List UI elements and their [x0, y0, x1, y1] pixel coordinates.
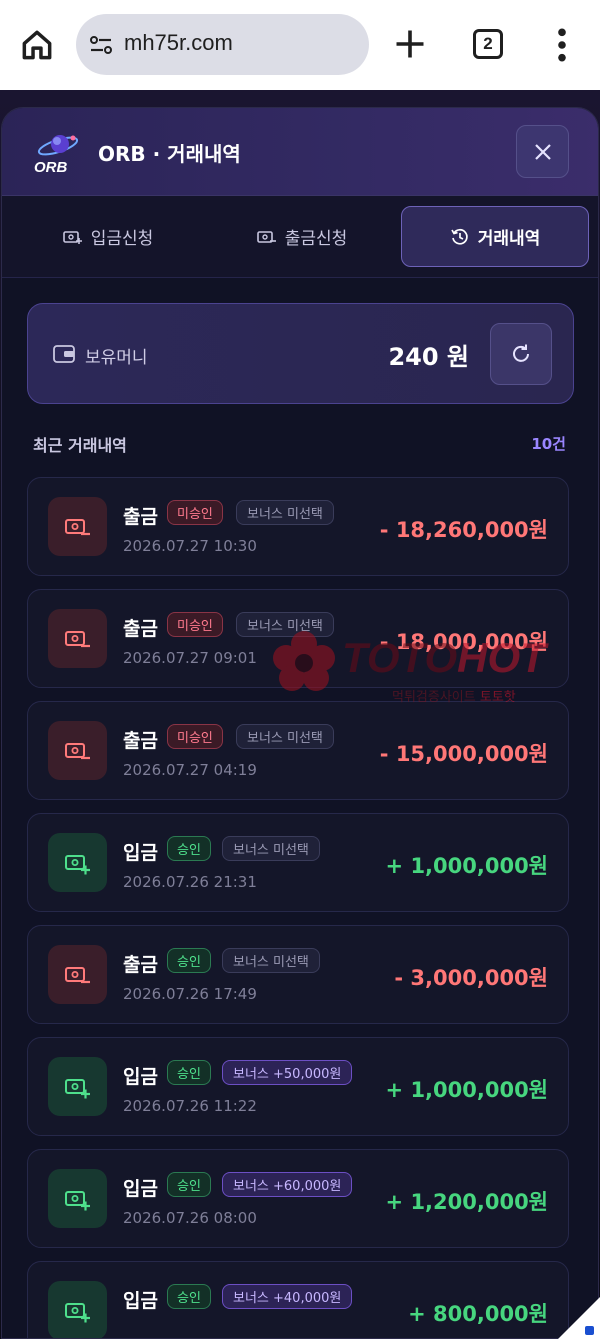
- logo-text: ORB: [34, 159, 68, 176]
- status-badge: 승인: [167, 948, 211, 973]
- modal-header: ORB ORB · 거래내역: [2, 108, 598, 196]
- bonus-badge: 보너스 +60,000원: [222, 1172, 353, 1197]
- bonus-badge: 보너스 미선택: [236, 500, 334, 525]
- address-bar[interactable]: mh75r.com: [76, 14, 369, 75]
- refresh-icon: [513, 344, 529, 362]
- withdraw-icon: [48, 721, 107, 780]
- tab-deposit[interactable]: 입금신청: [14, 206, 202, 267]
- watermark-subtitle: 먹튀검증사이트 토토핫: [392, 690, 516, 705]
- balance-label: 보유머니: [85, 348, 148, 368]
- transaction-row[interactable]: 입금 승인 보너스 +60,000원 2026.07.26 08:00 + 1,200,…: [27, 1149, 569, 1248]
- refresh-button[interactable]: [490, 323, 552, 385]
- transaction-date: 2026.07.26 21:31: [123, 873, 257, 891]
- transaction-type: 출금: [123, 618, 158, 640]
- balance-card: 보유머니 240 원: [27, 303, 574, 404]
- withdraw-icon: [256, 230, 276, 243]
- status-badge: 미승인: [167, 724, 223, 749]
- tab-label: 거래내역: [477, 229, 541, 249]
- transaction-type: 입금: [123, 1066, 158, 1088]
- transaction-amount: + 1,000,000원: [385, 854, 548, 878]
- wallet-icon: [53, 345, 75, 363]
- transaction-date: 2026.07.26 17:49: [123, 985, 257, 1003]
- balance-value: 240 원: [388, 343, 469, 371]
- withdraw-icon: [48, 945, 107, 1004]
- tab-history[interactable]: 거래내역: [401, 206, 589, 267]
- transaction-amount: + 800,000원: [408, 1302, 548, 1326]
- site-settings-icon[interactable]: [88, 32, 114, 58]
- transaction-row[interactable]: 출금 승인 보너스 미선택 2026.07.26 17:49 - 3,000,000원: [27, 925, 569, 1024]
- bonus-badge: 보너스 미선택: [222, 948, 320, 973]
- tab-bar: 입금신청 출금신청 거래내역: [2, 196, 598, 278]
- watermark-brand: TOTOHOT: [342, 634, 546, 681]
- status-badge: 미승인: [167, 500, 223, 525]
- history-icon: [450, 228, 468, 245]
- transaction-date: 2026.07.26 11:22: [123, 1097, 257, 1115]
- transaction-type: 입금: [123, 842, 158, 864]
- more-menu-icon[interactable]: [552, 26, 572, 64]
- close-icon: [534, 143, 551, 160]
- status-badge: 승인: [167, 1060, 211, 1085]
- transaction-date: 2026.07.26 08:00: [123, 1209, 257, 1227]
- tab-label: 출금신청: [284, 229, 348, 249]
- tab-withdraw[interactable]: 출금신청: [208, 206, 396, 267]
- deposit-icon: [48, 833, 107, 892]
- transaction-type: 입금: [123, 1290, 158, 1312]
- deposit-icon: [48, 1057, 107, 1116]
- transaction-row[interactable]: 입금 승인 보너스 미선택 2026.07.26 21:31 + 1,000,000원: [27, 813, 569, 912]
- transaction-amount: - 3,000,000원: [394, 966, 548, 990]
- transaction-type: 출금: [123, 730, 158, 752]
- home-icon[interactable]: [18, 26, 56, 64]
- status-badge: 승인: [167, 836, 211, 861]
- transaction-list: 출금 미승인 보너스 미선택 2026.07.27 10:30- 18,260,000…: [27, 477, 569, 1338]
- withdraw-icon: [48, 609, 107, 668]
- corner-badge-icon: [558, 1297, 600, 1339]
- watermark: TOTOHOT 먹튀검증사이트 토토핫: [272, 630, 600, 710]
- browser-toolbar: mh75r.com 2: [0, 0, 600, 90]
- watermark-flower-icon: [273, 631, 335, 691]
- transaction-date: 2026.07.27 10:30: [123, 537, 257, 555]
- url-text: mh75r.com: [124, 30, 233, 55]
- bonus-badge: 보너스 미선택: [236, 724, 334, 749]
- tab-switcher-button[interactable]: 2: [473, 29, 503, 59]
- section-title: 최근 거래내역: [33, 436, 127, 455]
- transaction-type: 입금: [123, 1178, 158, 1200]
- modal-title: ORB · 거래내역: [98, 142, 241, 166]
- status-badge: 미승인: [167, 612, 223, 637]
- transaction-amount: - 18,260,000원: [379, 518, 548, 542]
- transaction-row[interactable]: 입금 승인 보너스 +40,000원 + 800,000원: [27, 1261, 569, 1338]
- withdraw-icon: [48, 497, 107, 556]
- status-badge: 승인: [167, 1284, 211, 1309]
- transaction-amount: + 1,200,000원: [385, 1190, 548, 1214]
- bonus-badge: 보너스 미선택: [222, 836, 320, 861]
- transaction-row[interactable]: 입금 승인 보너스 +50,000원 2026.07.26 11:22 + 1,000,…: [27, 1037, 569, 1136]
- status-badge: 승인: [167, 1172, 211, 1197]
- transaction-date: 2026.07.27 09:01: [123, 649, 257, 667]
- tab-label: 입금신청: [90, 229, 154, 249]
- new-tab-icon[interactable]: [392, 26, 428, 62]
- transaction-type: 출금: [123, 506, 158, 528]
- transaction-count: 10건: [531, 435, 566, 453]
- deposit-icon: [62, 230, 82, 244]
- transaction-row[interactable]: 출금 미승인 보너스 미선택 2026.07.27 04:19 - 15,000,000…: [27, 701, 569, 800]
- transaction-date: 2026.07.27 04:19: [123, 761, 257, 779]
- transaction-modal: ORB ORB · 거래내역 입금신청 출금신청 거래내역 보유머니 240 원…: [1, 107, 599, 1339]
- transaction-row[interactable]: 출금 미승인 보너스 미선택 2026.07.27 10:30 - 18,260,000…: [27, 477, 569, 576]
- close-button[interactable]: [516, 125, 569, 178]
- orb-logo-icon: ORB: [34, 135, 79, 176]
- deposit-icon: [48, 1281, 107, 1338]
- transaction-amount: - 15,000,000원: [379, 742, 548, 766]
- transaction-amount: + 1,000,000원: [385, 1078, 548, 1102]
- transaction-type: 출금: [123, 954, 158, 976]
- bonus-badge: 보너스 +50,000원: [222, 1060, 353, 1085]
- bonus-badge: 보너스 +40,000원: [222, 1284, 353, 1309]
- deposit-icon: [48, 1169, 107, 1228]
